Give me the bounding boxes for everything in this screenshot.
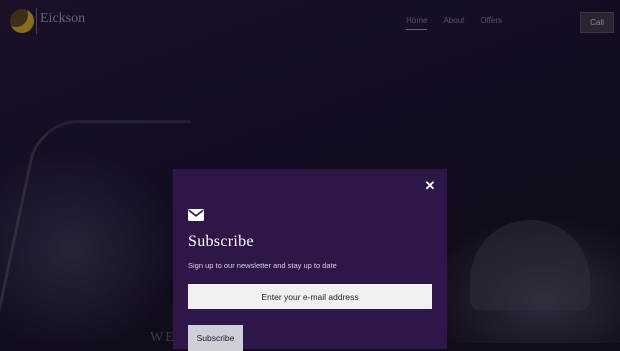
- nav-item-home[interactable]: Home: [406, 16, 428, 30]
- background-plant: [470, 220, 590, 310]
- site-header: Eickson Home About Offers Call: [0, 0, 620, 42]
- subscribe-modal: ✕ Subscribe Sign up to our newsletter an…: [173, 169, 447, 351]
- logo-divider: [36, 8, 37, 34]
- background-lamp: [0, 120, 192, 346]
- call-button[interactable]: Call: [580, 12, 614, 33]
- logo-icon[interactable]: [10, 9, 34, 33]
- modal-subtitle: Sign up to our newsletter and stay up to…: [188, 261, 337, 270]
- subscribe-button[interactable]: Subscribe: [188, 325, 243, 351]
- nav-item-offers[interactable]: Offers: [480, 16, 502, 30]
- nav-item-about[interactable]: About: [443, 16, 464, 30]
- email-field[interactable]: [188, 284, 432, 309]
- modal-title: Subscribe: [188, 233, 254, 250]
- envelope-icon: [188, 209, 204, 221]
- main-nav: Home About Offers: [406, 16, 502, 30]
- close-icon[interactable]: ✕: [423, 179, 437, 193]
- brand-name[interactable]: Eickson: [40, 11, 85, 27]
